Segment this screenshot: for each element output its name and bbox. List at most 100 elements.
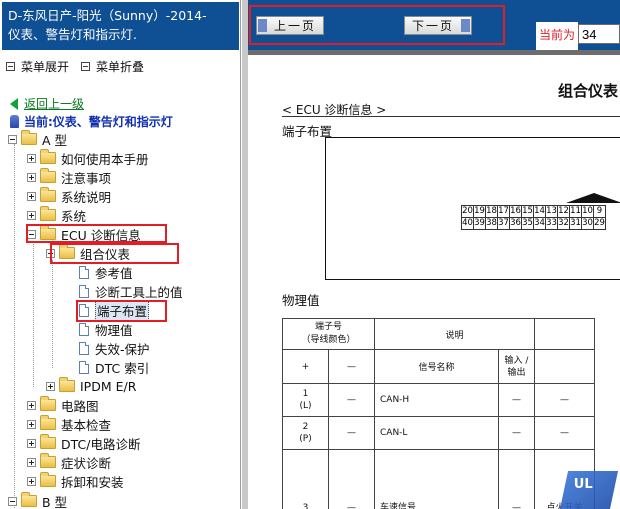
connector-pin: 18 — [485, 205, 498, 218]
connector-pin: 13 — [545, 205, 558, 218]
folder-open-icon — [21, 130, 37, 145]
expand-toggle-icon[interactable] — [27, 400, 36, 410]
current-page-input[interactable] — [578, 24, 620, 44]
folder-open-icon — [40, 225, 56, 240]
document-icon — [79, 303, 89, 317]
folder-icon — [40, 206, 56, 221]
prev-page-button[interactable]: 上一页 — [256, 16, 324, 35]
collapse-icon — [81, 62, 91, 71]
current-location: 当前:仪表、警告灯和指示灯 — [10, 113, 173, 130]
folder-icon — [40, 453, 56, 468]
collapse-toggle-icon[interactable] — [8, 496, 17, 506]
tree-item-circuit[interactable]: 电路图 — [27, 396, 99, 414]
expand-toggle-icon[interactable] — [27, 438, 36, 448]
expand-toggle-icon[interactable] — [27, 457, 36, 467]
viewer-toolbar: 上一页 下一页 当前为 — [248, 0, 620, 50]
expand-toggle-icon[interactable] — [27, 419, 36, 429]
table-row: 1 (L) — CAN-H — — — [282, 383, 595, 417]
folder-icon — [40, 396, 56, 411]
connector-pin: 36 — [509, 217, 522, 230]
expand-toggle-icon[interactable] — [27, 476, 36, 486]
expand-menu-button[interactable]: 菜单展开 — [21, 58, 69, 75]
connector-pins: 20 19 18 17 16 15 14 13 12 11 10 9 40 39 38 37 36 35 34 33… — [461, 205, 606, 230]
folder-icon — [40, 168, 56, 183]
tree-item-combo-meter[interactable]: 组合仪表 — [46, 244, 130, 262]
document-icon — [79, 360, 89, 374]
tree-item-failsafe[interactable]: 失效-保护 — [79, 339, 150, 357]
connector-pin: 37 — [497, 217, 510, 230]
manual-title: D-东风日产-阳光（Sunny）-2014- 仪表、警告灯和指示灯. — [2, 2, 239, 50]
folder-icon — [40, 472, 56, 487]
connector-pin: 19 — [473, 205, 486, 218]
expand-icon — [6, 62, 15, 71]
tree-item-dtc-index[interactable]: DTC 索引 — [79, 358, 149, 376]
left-arrow-icon — [258, 19, 267, 32]
connector-pin: 38 — [485, 217, 498, 230]
connector-pin: 17 — [497, 205, 510, 218]
tree-item-symptom-diag[interactable]: 症状诊断 — [27, 453, 111, 471]
next-page-button[interactable]: 下一页 — [404, 16, 472, 35]
connector-pin: 14 — [533, 205, 546, 218]
tree-item-reference[interactable]: 参考值 — [79, 263, 133, 281]
expand-toggle-icon[interactable] — [46, 381, 55, 391]
expand-toggle-icon[interactable] — [27, 210, 36, 220]
tree-item-diag-tool-values[interactable]: 诊断工具上的值 — [79, 282, 183, 300]
connector-pin: 16 — [509, 205, 522, 218]
connector-pin: 33 — [545, 217, 558, 230]
expand-toggle-icon[interactable] — [27, 153, 36, 163]
tree-item-system[interactable]: 系统 — [27, 206, 86, 224]
connector-pin: 9 — [593, 205, 606, 218]
tree-item-basic-check[interactable]: 基本检查 — [27, 415, 111, 433]
tree-item-a-type[interactable]: A 型 — [8, 130, 67, 148]
tree-item-physical-values[interactable]: 物理值 — [79, 320, 133, 338]
folder-icon — [40, 187, 56, 202]
connector-pin: 31 — [569, 217, 582, 230]
tree-item-ipdm[interactable]: IPDM E/R — [46, 377, 136, 395]
folder-open-icon — [21, 492, 37, 507]
connector-pin: 10 — [581, 205, 594, 218]
right-arrow-icon — [461, 19, 470, 32]
tree-item-dtc-circuit-diag[interactable]: DTC/电路诊断 — [27, 434, 140, 452]
expand-toggle-icon[interactable] — [27, 191, 36, 201]
collapse-toggle-icon[interactable] — [8, 134, 17, 144]
tree-item-removal-install[interactable]: 拆卸和安装 — [27, 472, 124, 490]
section-physical-values: 物理值 — [282, 293, 320, 308]
connector-pin: 39 — [473, 217, 486, 230]
back-arrow-icon — [10, 97, 18, 110]
connector-diagram: 20 19 18 17 16 15 14 13 12 11 10 9 40 39 38 37 36 35 34 33… — [325, 137, 620, 280]
document-icon — [79, 284, 89, 298]
tree-item-notes[interactable]: 注意事项 — [27, 168, 111, 186]
table-row: 3 — 车速信号 — 点火开关 — [282, 449, 595, 509]
back-link[interactable]: 返回上一级 — [10, 95, 84, 112]
tree-item-system-desc[interactable]: 系统说明 — [27, 187, 111, 205]
document-icon — [79, 265, 89, 279]
folder-icon — [40, 149, 56, 164]
collapse-menu-button[interactable]: 菜单折叠 — [96, 58, 144, 75]
current-page-label: 当前为 — [535, 22, 578, 50]
physical-values-table: 端子号 （导线颜色） 说明 + — 信号名称 输入 / 输出 1 (L) — C… — [282, 318, 595, 509]
document-icon — [79, 322, 89, 336]
connector: 20 19 18 17 16 15 14 13 12 11 10 9 40 39 38 37 36 35 34 33… — [461, 193, 620, 230]
folder-icon — [40, 415, 56, 430]
tree-item-ecu-diag[interactable]: ECU 诊断信息 — [27, 225, 141, 243]
tree-item-terminal-layout[interactable]: 端子布置 — [79, 299, 150, 321]
location-pin-icon — [10, 115, 19, 128]
current-page-group: 当前为 — [535, 22, 620, 50]
tree-item-b-type[interactable]: B 型 — [8, 492, 67, 509]
connector-pin: 29 — [593, 217, 606, 230]
collapse-toggle-icon[interactable] — [27, 229, 36, 239]
watermark-badge: UL — [559, 471, 619, 509]
folder-icon — [40, 434, 56, 449]
document-icon — [79, 341, 89, 355]
table-row: 2 (P) — CAN-L — — — [282, 416, 595, 450]
connector-pin: 32 — [557, 217, 570, 230]
folder-icon — [59, 377, 75, 392]
connector-pin: 20 — [461, 205, 474, 218]
tree-item-how-to-use[interactable]: 如何使用本手册 — [27, 149, 149, 167]
navigation-panel: D-东风日产-阳光（Sunny）-2014- 仪表、警告灯和指示灯. 菜单展开 … — [0, 0, 241, 509]
expand-toggle-icon[interactable] — [27, 172, 36, 182]
document-title: 组合仪表 — [558, 82, 619, 100]
connector-pin: 40 — [461, 217, 474, 230]
collapse-toggle-icon[interactable] — [46, 248, 55, 258]
document-page: 组合仪表 < ECU 诊断信息 > 端子布置 20 19 18 17 16 15 14 13 1… — [248, 50, 620, 509]
